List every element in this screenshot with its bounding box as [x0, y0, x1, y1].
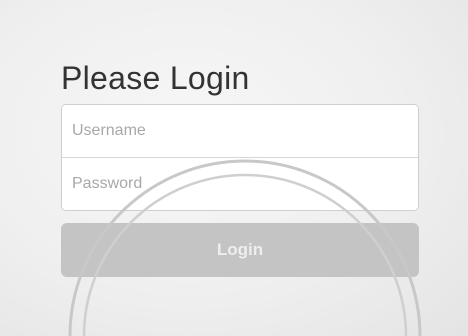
login-button[interactable]: Login: [61, 223, 419, 277]
password-field[interactable]: [62, 158, 418, 210]
login-panel: Please Login Login: [61, 58, 421, 277]
page-title: Please Login: [61, 60, 250, 96]
credentials-input-group: [61, 104, 419, 211]
username-field[interactable]: [62, 105, 418, 157]
